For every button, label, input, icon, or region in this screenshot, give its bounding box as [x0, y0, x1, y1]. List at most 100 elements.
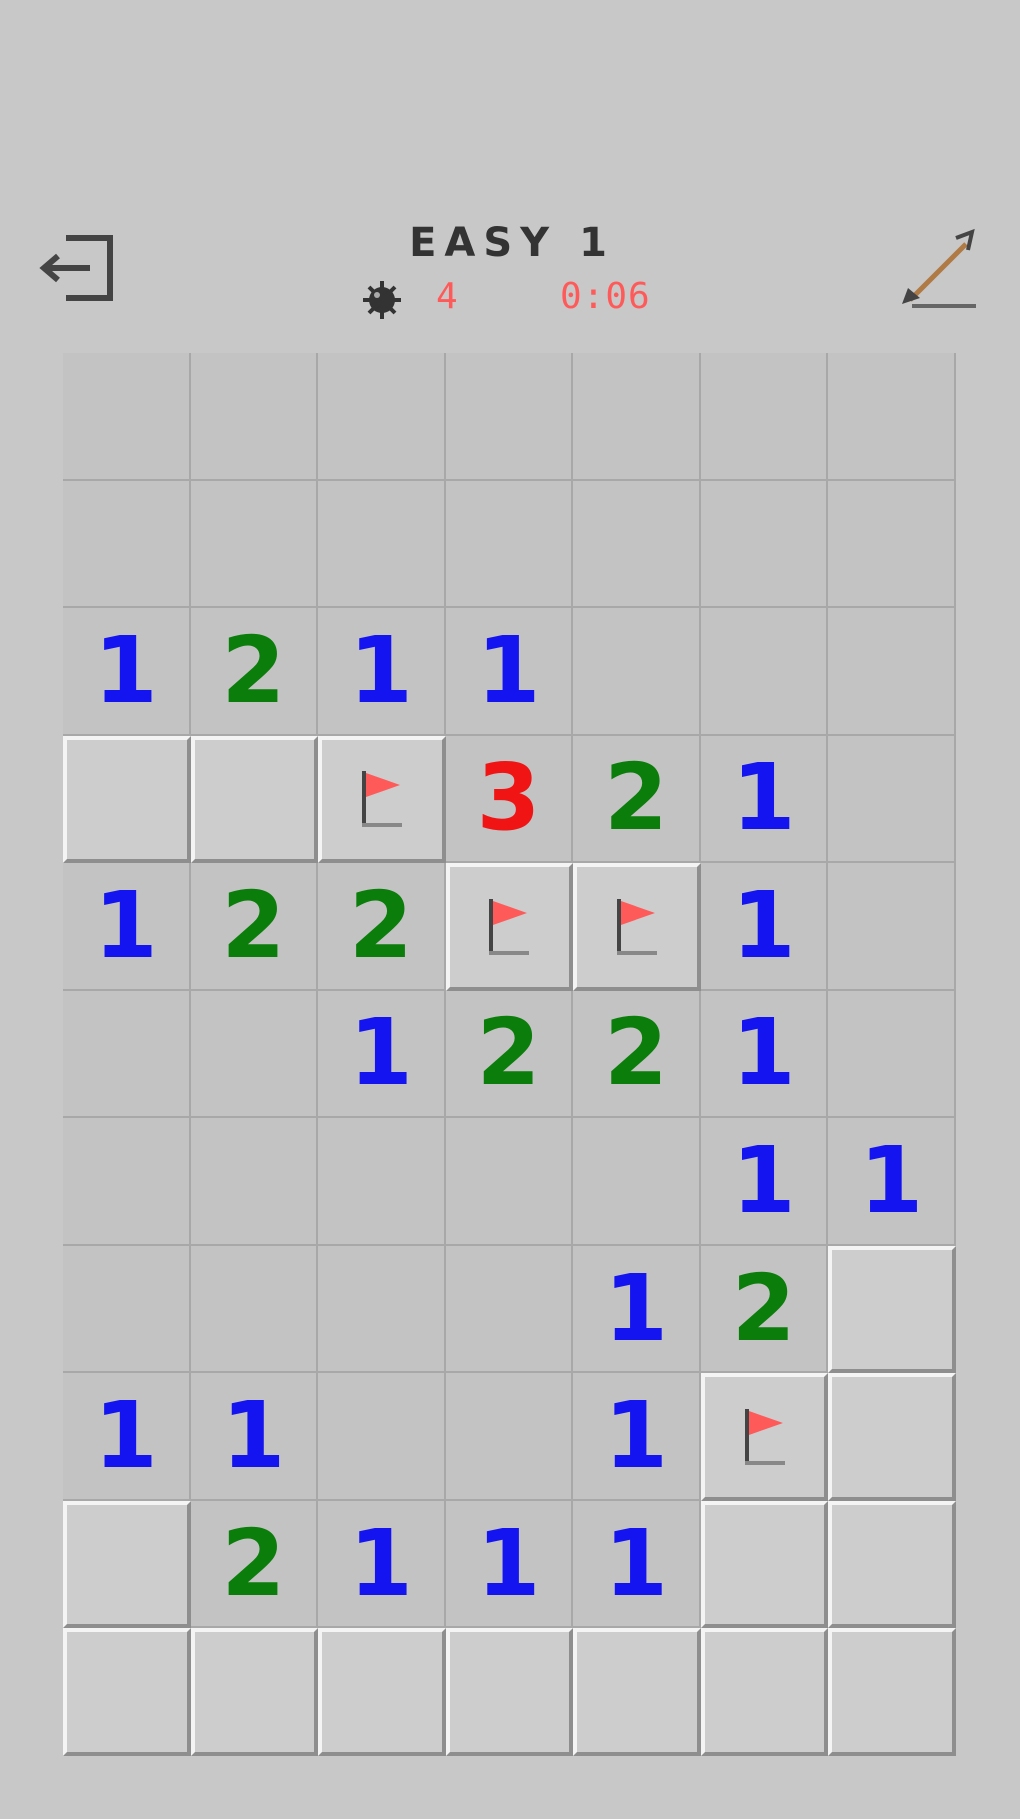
empty-cell[interactable]: [63, 1245, 191, 1374]
mine-counter: 4: [436, 276, 458, 317]
hidden-cell[interactable]: [573, 1628, 701, 1756]
empty-cell[interactable]: [190, 1245, 319, 1374]
empty-cell[interactable]: [318, 1373, 446, 1501]
number-cell[interactable]: 1: [318, 1500, 446, 1629]
cell-number: 2: [476, 999, 541, 1107]
cell-number: 1: [476, 616, 541, 724]
number-cell[interactable]: 1: [700, 735, 829, 864]
number-cell[interactable]: 1: [318, 990, 446, 1119]
empty-cell[interactable]: [828, 990, 956, 1119]
game-board: 12113211221122111121112111: [63, 353, 956, 1756]
empty-cell[interactable]: [63, 353, 191, 481]
number-cell[interactable]: 1: [573, 1245, 701, 1374]
empty-cell[interactable]: [828, 608, 956, 736]
empty-cell[interactable]: [190, 1118, 319, 1246]
hidden-cell[interactable]: [700, 1628, 829, 1756]
cell-number: 2: [348, 871, 413, 979]
number-cell[interactable]: 2: [573, 735, 701, 864]
cell-number: 1: [604, 1254, 669, 1362]
hidden-cell[interactable]: [828, 1245, 956, 1374]
empty-cell[interactable]: [318, 1245, 446, 1374]
empty-cell[interactable]: [445, 480, 574, 609]
empty-cell[interactable]: [445, 1118, 574, 1246]
empty-cell[interactable]: [445, 1245, 574, 1374]
cell-number: 1: [604, 1382, 669, 1490]
empty-cell[interactable]: [318, 353, 446, 481]
cell-number: 1: [93, 616, 158, 724]
cell-number: 1: [348, 616, 413, 724]
empty-cell[interactable]: [700, 353, 829, 481]
number-cell[interactable]: 2: [700, 1245, 829, 1374]
number-cell[interactable]: 2: [573, 990, 701, 1119]
hidden-cell[interactable]: [828, 1373, 956, 1501]
timer: 0:06: [560, 276, 651, 317]
empty-cell[interactable]: [318, 480, 446, 609]
empty-cell[interactable]: [828, 353, 956, 481]
empty-cell[interactable]: [573, 1118, 701, 1246]
number-cell[interactable]: 1: [318, 608, 446, 736]
empty-cell[interactable]: [700, 480, 829, 609]
number-cell[interactable]: 1: [63, 608, 191, 736]
number-cell[interactable]: 2: [318, 863, 446, 991]
cell-number: 1: [731, 871, 796, 979]
empty-cell[interactable]: [700, 608, 829, 736]
flagged-cell[interactable]: [318, 735, 446, 864]
empty-cell[interactable]: [63, 480, 191, 609]
number-cell[interactable]: 3: [445, 735, 574, 864]
hidden-cell[interactable]: [63, 735, 191, 864]
hidden-cell[interactable]: [700, 1500, 829, 1629]
hidden-cell[interactable]: [190, 735, 319, 864]
flagged-cell[interactable]: [445, 863, 574, 991]
hidden-cell[interactable]: [63, 1500, 191, 1629]
hidden-cell[interactable]: [190, 1628, 319, 1756]
empty-cell[interactable]: [828, 863, 956, 991]
level-title: EASY 1: [409, 220, 615, 266]
number-cell[interactable]: 1: [700, 863, 829, 991]
number-cell[interactable]: 1: [190, 1373, 319, 1501]
hidden-cell[interactable]: [445, 1628, 574, 1756]
number-cell[interactable]: 2: [190, 863, 319, 991]
flagged-cell[interactable]: [700, 1373, 829, 1501]
hidden-cell[interactable]: [318, 1628, 446, 1756]
flag-icon: [744, 1409, 785, 1466]
empty-cell[interactable]: [190, 353, 319, 481]
flag-icon: [617, 898, 658, 955]
number-cell[interactable]: 1: [445, 1500, 574, 1629]
empty-cell[interactable]: [828, 480, 956, 609]
empty-cell[interactable]: [445, 353, 574, 481]
shovel-button[interactable]: [898, 228, 982, 312]
number-cell[interactable]: 1: [700, 1118, 829, 1246]
hidden-cell[interactable]: [63, 1628, 191, 1756]
cell-number: 1: [731, 1127, 796, 1235]
number-cell[interactable]: 1: [573, 1500, 701, 1629]
hidden-cell[interactable]: [828, 1628, 956, 1756]
number-cell[interactable]: 1: [573, 1373, 701, 1501]
stats-bar: 4 0:06: [0, 272, 1020, 322]
number-cell[interactable]: 2: [190, 608, 319, 736]
empty-cell[interactable]: [63, 1118, 191, 1246]
number-cell[interactable]: 2: [190, 1500, 319, 1629]
cell-number: 2: [221, 871, 286, 979]
cell-number: 1: [93, 871, 158, 979]
empty-cell[interactable]: [63, 990, 191, 1119]
empty-cell[interactable]: [445, 1373, 574, 1501]
empty-cell[interactable]: [828, 735, 956, 864]
number-cell[interactable]: 1: [63, 863, 191, 991]
empty-cell[interactable]: [318, 1118, 446, 1246]
number-cell[interactable]: 1: [828, 1118, 956, 1246]
number-cell[interactable]: 1: [63, 1373, 191, 1501]
cell-number: 2: [221, 1509, 286, 1617]
number-cell[interactable]: 1: [445, 608, 574, 736]
empty-cell[interactable]: [573, 480, 701, 609]
number-cell[interactable]: 2: [445, 990, 574, 1119]
hidden-cell[interactable]: [828, 1500, 956, 1629]
flag-icon: [489, 898, 530, 955]
empty-cell[interactable]: [573, 608, 701, 736]
cell-number: 1: [476, 1509, 541, 1617]
empty-cell[interactable]: [573, 353, 701, 481]
number-cell[interactable]: 1: [700, 990, 829, 1119]
empty-cell[interactable]: [190, 990, 319, 1119]
flagged-cell[interactable]: [573, 863, 701, 991]
empty-cell[interactable]: [190, 480, 319, 609]
cell-number: 1: [93, 1382, 158, 1490]
